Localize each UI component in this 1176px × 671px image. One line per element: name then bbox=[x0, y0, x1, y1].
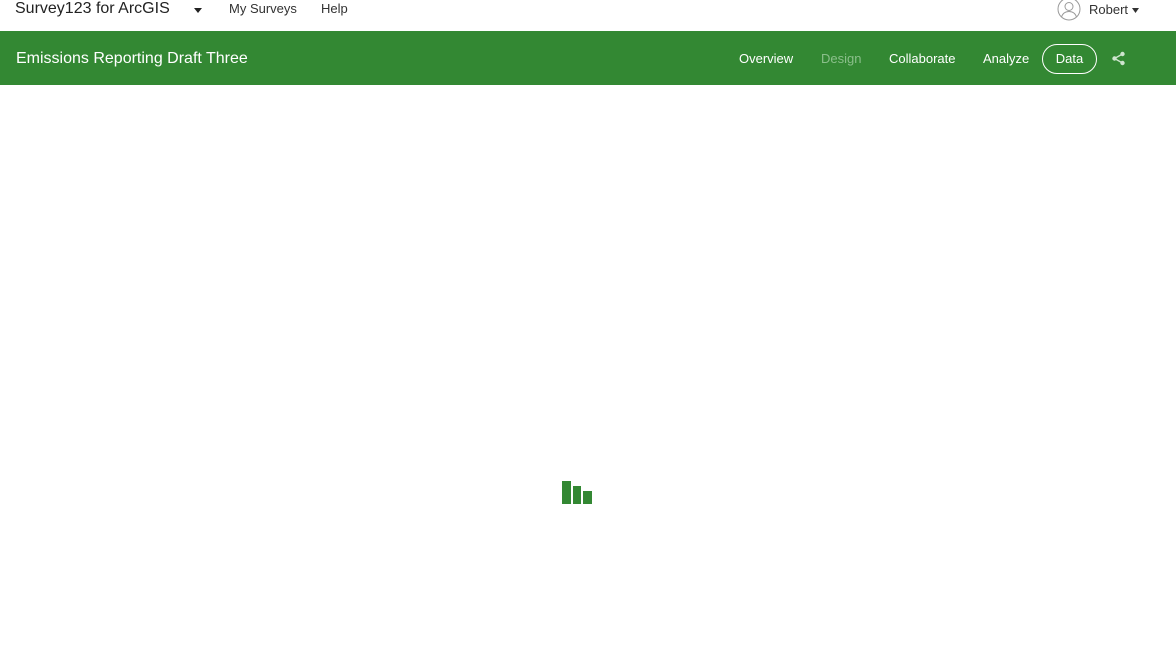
user-name[interactable]: Robert bbox=[1089, 2, 1128, 18]
user-avatar-icon[interactable] bbox=[1057, 0, 1081, 21]
survey-title: Emissions Reporting Draft Three bbox=[16, 50, 248, 67]
survey-header-bar: Emissions Reporting Draft Three Overview… bbox=[0, 31, 1176, 85]
my-surveys-link[interactable]: My Surveys bbox=[229, 1, 297, 17]
main-content bbox=[0, 85, 1176, 671]
share-icon[interactable] bbox=[1111, 51, 1126, 66]
loading-spinner-icon bbox=[562, 481, 592, 504]
app-title[interactable]: Survey123 for ArcGIS bbox=[15, 0, 170, 19]
tab-overview[interactable]: Overview bbox=[739, 51, 793, 67]
tab-collaborate[interactable]: Collaborate bbox=[889, 51, 956, 67]
tab-data[interactable]: Data bbox=[1042, 44, 1097, 74]
help-link[interactable]: Help bbox=[321, 1, 348, 17]
top-navigation-bar: Survey123 for ArcGIS My Surveys Help Rob… bbox=[0, 0, 1176, 31]
tab-analyze[interactable]: Analyze bbox=[983, 51, 1029, 67]
app-dropdown-icon[interactable] bbox=[193, 6, 203, 14]
user-menu-caret-icon[interactable] bbox=[1132, 8, 1139, 13]
tab-design[interactable]: Design bbox=[821, 51, 861, 67]
